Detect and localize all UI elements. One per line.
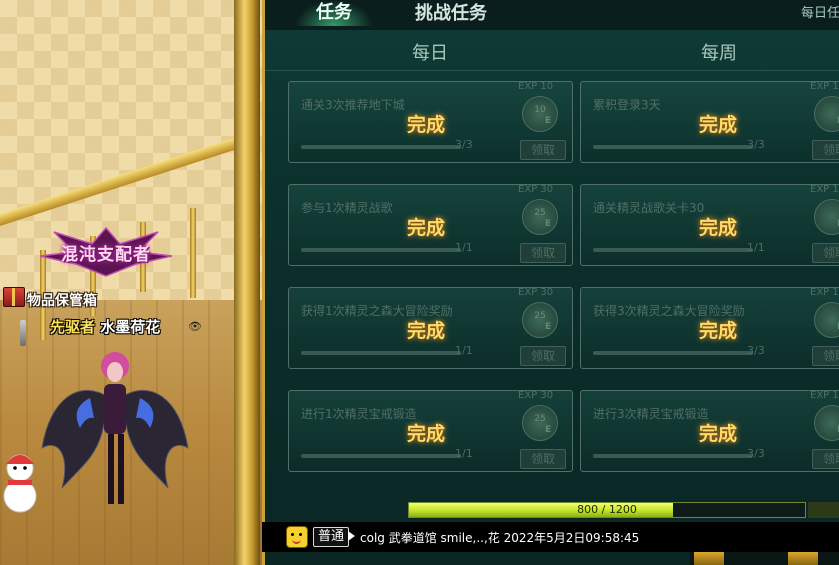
task-progress-bar <box>593 351 753 355</box>
column-header-daily: 每日 <box>412 43 448 64</box>
weekly-task-card[interactable]: 累积登录3天 完成 3/3 EXP 1 领取 <box>580 81 839 163</box>
claim-button[interactable]: 领取 <box>520 346 566 366</box>
task-exp: EXP 30 <box>518 287 554 298</box>
exp-reward-icon <box>814 96 839 132</box>
task-progress-bar <box>301 351 461 355</box>
exp-reward-icon <box>814 302 839 338</box>
task-complete-label: 完成 <box>699 114 738 136</box>
task-title: 参与1次精灵战歌 <box>301 201 393 215</box>
exp-reward-icon: 25 <box>522 302 558 338</box>
bottom-button-strip <box>690 552 839 565</box>
tab-daily-tasks[interactable]: 每日任 <box>801 0 839 26</box>
task-exp: EXP 10 <box>518 81 554 92</box>
exp-reward-icon <box>814 405 839 441</box>
title-badge: 混沌支配者 <box>36 226 176 278</box>
experience-bar: 800 / 1200 <box>408 502 806 518</box>
bottom-button[interactable] <box>694 552 724 565</box>
task-complete-label: 完成 <box>699 320 738 342</box>
quest-panel: 任务 挑战任务 每日任 每日 每周 通关3次推荐地下城 完成 3/3 EXP 1… <box>262 0 839 565</box>
daily-task-card[interactable]: 通关3次推荐地下城 完成 3/3 EXP 10 10 领取 <box>288 81 573 163</box>
task-title: 累积登录3天 <box>593 98 661 112</box>
tab-bar: 任务 挑战任务 每日任 <box>265 0 839 30</box>
task-exp: EXP 1 <box>810 81 839 92</box>
task-exp: EXP 1 <box>810 390 839 401</box>
task-progress-bar <box>593 454 753 458</box>
weekly-task-card[interactable]: 通关精灵战歌关卡30 完成 1/1 EXP 1 领取 <box>580 184 839 266</box>
game-world: 混沌支配者 物品保管箱 先驱者 水墨荷花 👁 <box>0 0 262 565</box>
task-progress-bar <box>593 145 753 149</box>
task-exp: EXP 1 <box>810 287 839 298</box>
task-exp: EXP 30 <box>518 390 554 401</box>
title-badge-text: 混沌支配者 <box>61 245 151 265</box>
task-complete-label: 完成 <box>407 114 446 136</box>
golden-pillar <box>234 0 260 565</box>
player-title-prefix: 先驱者 <box>50 318 96 336</box>
task-complete-label: 完成 <box>699 217 738 239</box>
eye-icon[interactable]: 👁 <box>188 320 202 333</box>
weekly-task-card[interactable]: 获得3次精灵之森大冒险奖励 完成 3/3 EXP 1 领取 <box>580 287 839 369</box>
task-exp: EXP 30 <box>518 184 554 195</box>
claim-button[interactable]: 领取 <box>812 449 839 469</box>
task-count: 1/1 <box>455 447 473 460</box>
exp-reward-icon: 10 <box>522 96 558 132</box>
storage-box-label[interactable]: 物品保管箱 <box>27 290 97 310</box>
task-progress-bar <box>301 454 461 458</box>
emoji-face-icon[interactable] <box>286 526 308 548</box>
task-count: 1/1 <box>747 241 765 254</box>
daily-task-card[interactable]: 参与1次精灵战歌 完成 1/1 EXP 30 25 领取 <box>288 184 573 266</box>
task-progress-bar <box>593 248 753 252</box>
player-name-text: 水墨荷花 <box>100 318 161 336</box>
chat-channel-selector[interactable]: 普通 <box>313 527 350 547</box>
weekly-task-card[interactable]: 进行3次精灵宝戒锻造 完成 3/3 EXP 1 领取 <box>580 390 839 472</box>
task-title: 进行1次精灵宝戒锻造 <box>301 407 417 421</box>
experience-bar-end <box>808 502 839 518</box>
task-count: 3/3 <box>747 344 765 357</box>
task-title: 进行3次精灵宝戒锻造 <box>593 407 709 421</box>
task-progress-bar <box>301 145 461 149</box>
experience-bar-text: 800 / 1200 <box>577 503 637 516</box>
storage-box-icon[interactable] <box>3 287 25 307</box>
exp-reward-icon <box>814 199 839 235</box>
bottom-button[interactable] <box>788 552 818 565</box>
chat-input[interactable]: colg 武拳道馆 smile,..,花 2022年5月2日09:58:45 <box>360 529 639 546</box>
tab-challenge-tasks[interactable]: 挑战任务 <box>415 0 487 26</box>
claim-button[interactable]: 领取 <box>812 140 839 160</box>
daily-task-card[interactable]: 获得1次精灵之森大冒险奖励 完成 1/1 EXP 30 25 领取 <box>288 287 573 369</box>
exp-reward-value: 25 <box>534 208 546 218</box>
claim-button[interactable]: 领取 <box>520 140 566 160</box>
task-progress-bar <box>301 248 461 252</box>
player-name[interactable]: 先驱者 水墨荷花 <box>50 316 160 337</box>
baluster <box>190 208 196 298</box>
column-header-weekly: 每周 <box>701 43 737 64</box>
exp-reward-value: 10 <box>534 105 546 115</box>
exp-reward-value: 25 <box>534 414 546 424</box>
task-count: 3/3 <box>747 447 765 460</box>
tab-tasks[interactable]: 任务 <box>295 0 373 26</box>
daily-task-card[interactable]: 进行1次精灵宝戒锻造 完成 1/1 EXP 30 25 领取 <box>288 390 573 472</box>
snowman-pet[interactable] <box>0 446 40 516</box>
task-count: 1/1 <box>455 241 473 254</box>
task-title: 通关精灵战歌关卡30 <box>593 201 705 215</box>
task-count: 3/3 <box>747 138 765 151</box>
task-count: 3/3 <box>455 138 473 151</box>
chat-channel-arrow-icon[interactable] <box>348 531 355 541</box>
task-title: 通关3次推荐地下城 <box>301 98 405 112</box>
exp-reward-icon: 25 <box>522 199 558 235</box>
chat-bar: 普通 colg 武拳道馆 smile,..,花 2022年5月2日09:58:4… <box>262 522 839 552</box>
claim-button[interactable]: 领取 <box>812 346 839 366</box>
exp-reward-icon: 25 <box>522 405 558 441</box>
claim-button[interactable]: 领取 <box>812 243 839 263</box>
player-character[interactable] <box>40 338 190 518</box>
task-exp: EXP 1 <box>810 184 839 195</box>
task-complete-label: 完成 <box>407 320 446 342</box>
column-header-row: 每日 每周 <box>265 38 839 71</box>
task-complete-label: 完成 <box>407 217 446 239</box>
claim-button[interactable]: 领取 <box>520 449 566 469</box>
sword-icon <box>20 320 26 346</box>
task-count: 1/1 <box>455 344 473 357</box>
exp-reward-value: 25 <box>534 311 546 321</box>
task-complete-label: 完成 <box>699 423 738 445</box>
claim-button[interactable]: 领取 <box>520 243 566 263</box>
task-complete-label: 完成 <box>407 423 446 445</box>
